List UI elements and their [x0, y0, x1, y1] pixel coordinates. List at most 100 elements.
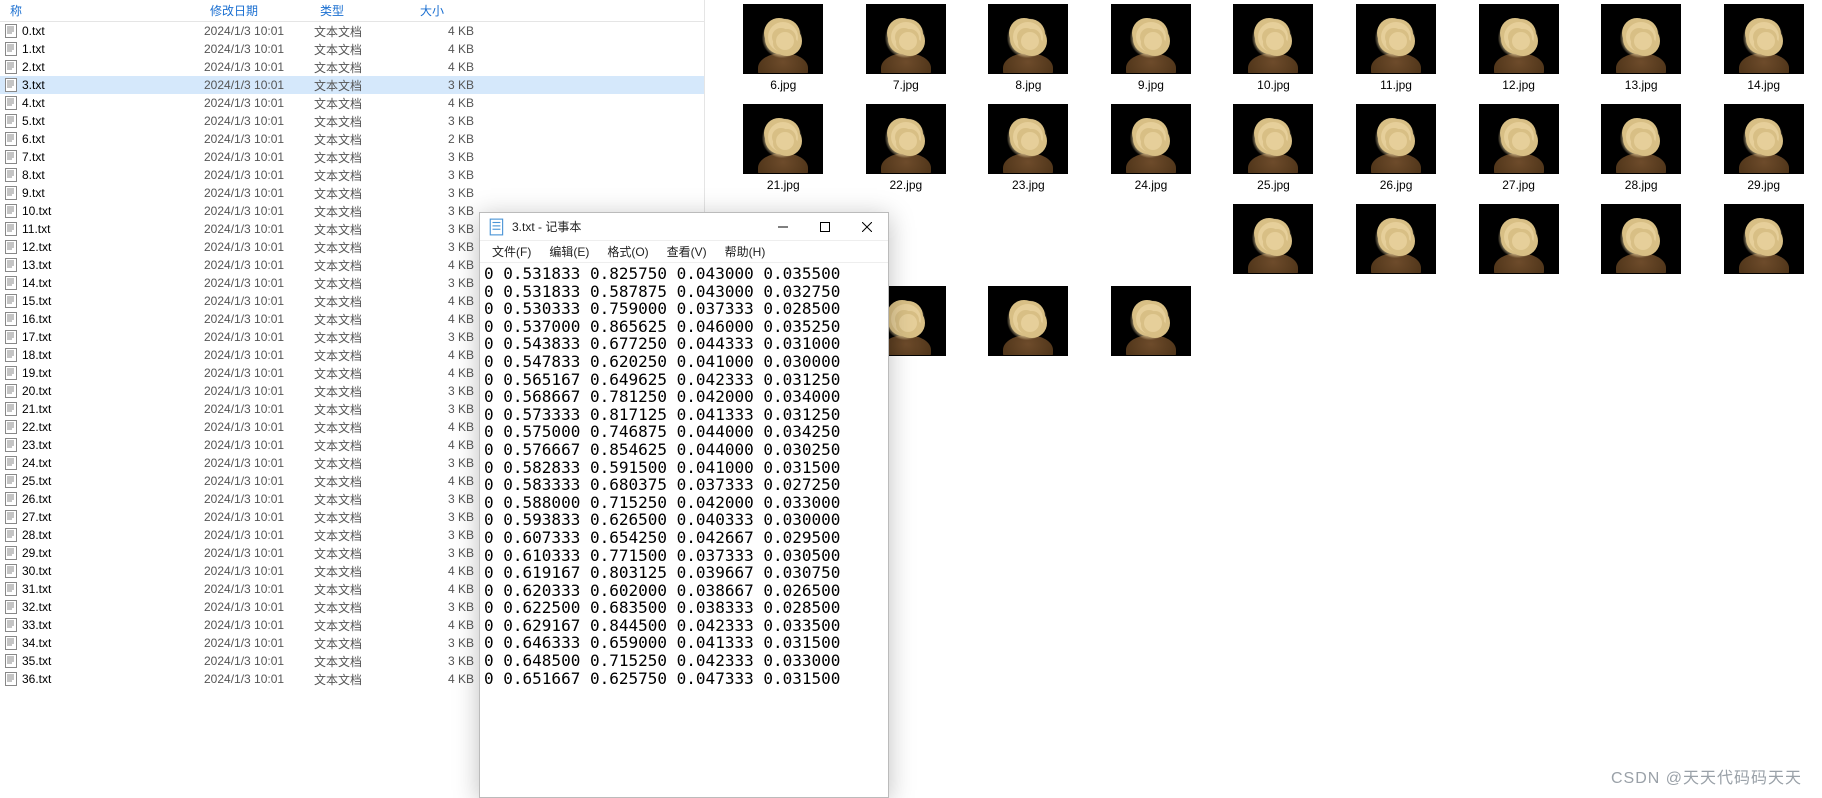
file-size: 4 KB — [414, 564, 484, 578]
file-row[interactable]: 1.txt2024/1/3 10:01文本文档4 KB — [0, 40, 704, 58]
menu-file[interactable]: 文件(F) — [484, 241, 539, 262]
file-size: 4 KB — [414, 24, 484, 38]
file-date: 2024/1/3 10:01 — [204, 366, 314, 380]
image-label: 12.jpg — [1502, 74, 1535, 92]
file-name: 31.txt — [22, 582, 204, 596]
file-name: 32.txt — [22, 600, 204, 614]
file-date: 2024/1/3 10:01 — [204, 204, 314, 218]
file-name: 35.txt — [22, 654, 204, 668]
image-item[interactable] — [1093, 282, 1210, 356]
file-type: 文本文档 — [314, 95, 414, 112]
image-item[interactable] — [1705, 200, 1822, 274]
image-item[interactable] — [1583, 200, 1700, 274]
image-item[interactable] — [1460, 200, 1577, 274]
file-size: 3 KB — [414, 168, 484, 182]
image-item[interactable]: 8.jpg — [970, 0, 1087, 92]
image-item[interactable] — [970, 282, 1087, 356]
menu-help[interactable]: 帮助(H) — [717, 241, 774, 262]
file-type: 文本文档 — [314, 59, 414, 76]
file-name: 29.txt — [22, 546, 204, 560]
image-item[interactable]: 26.jpg — [1338, 100, 1455, 192]
file-type: 文本文档 — [314, 167, 414, 184]
image-item[interactable]: 11.jpg — [1338, 0, 1455, 92]
image-item[interactable] — [1338, 200, 1455, 274]
image-item[interactable]: 29.jpg — [1705, 100, 1822, 192]
file-row[interactable]: 8.txt2024/1/3 10:01文本文档3 KB — [0, 166, 704, 184]
image-item[interactable]: 7.jpg — [848, 0, 965, 92]
file-row[interactable]: 2.txt2024/1/3 10:01文本文档4 KB — [0, 58, 704, 76]
file-row[interactable]: 9.txt2024/1/3 10:01文本文档3 KB — [0, 184, 704, 202]
minimize-button[interactable] — [762, 213, 804, 241]
file-row[interactable]: 6.txt2024/1/3 10:01文本文档2 KB — [0, 130, 704, 148]
image-thumbnail — [988, 4, 1068, 74]
file-row[interactable]: 4.txt2024/1/3 10:01文本文档4 KB — [0, 94, 704, 112]
image-label: 6.jpg — [770, 74, 796, 92]
image-label: 27.jpg — [1502, 174, 1535, 192]
file-size: 3 KB — [414, 636, 484, 650]
image-thumbnail — [1724, 204, 1804, 274]
image-item[interactable]: 6.jpg — [725, 0, 842, 92]
column-name[interactable]: 称 — [4, 0, 204, 21]
file-row[interactable]: 7.txt2024/1/3 10:01文本文档3 KB — [0, 148, 704, 166]
image-item[interactable]: 25.jpg — [1215, 100, 1332, 192]
txt-file-icon — [4, 402, 18, 416]
txt-file-icon — [4, 420, 18, 434]
txt-file-icon — [4, 150, 18, 164]
file-row[interactable]: 0.txt2024/1/3 10:01文本文档4 KB — [0, 22, 704, 40]
file-type: 文本文档 — [314, 293, 414, 310]
image-item[interactable]: 21.jpg — [725, 100, 842, 192]
file-name: 1.txt — [22, 42, 204, 56]
image-thumbnail — [743, 4, 823, 74]
image-label: 7.jpg — [893, 74, 919, 92]
image-item[interactable]: 14.jpg — [1705, 0, 1822, 92]
notepad-menubar: 文件(F) 编辑(E) 格式(O) 查看(V) 帮助(H) — [480, 241, 888, 263]
image-item[interactable]: 24.jpg — [1093, 100, 1210, 192]
menu-format[interactable]: 格式(O) — [599, 241, 656, 262]
image-thumbnail — [1601, 4, 1681, 74]
image-item[interactable]: 22.jpg — [848, 100, 965, 192]
file-name: 25.txt — [22, 474, 204, 488]
file-name: 23.txt — [22, 438, 204, 452]
column-date[interactable]: 修改日期 — [204, 0, 314, 21]
file-name: 20.txt — [22, 384, 204, 398]
image-item[interactable]: 23.jpg — [970, 100, 1087, 192]
image-item[interactable]: 9.jpg — [1093, 0, 1210, 92]
close-button[interactable] — [846, 213, 888, 241]
image-thumbnail — [1356, 204, 1436, 274]
image-item[interactable]: 10.jpg — [1215, 0, 1332, 92]
txt-file-icon — [4, 24, 18, 38]
notepad-icon — [488, 218, 506, 236]
image-item[interactable] — [1215, 200, 1332, 274]
column-type[interactable]: 类型 — [314, 0, 414, 21]
file-date: 2024/1/3 10:01 — [204, 582, 314, 596]
notepad-text-area[interactable]: 0 0.531833 0.825750 0.043000 0.035500 0 … — [480, 263, 888, 797]
notepad-titlebar[interactable]: 3.txt - 记事本 — [480, 213, 888, 241]
notepad-window[interactable]: 3.txt - 记事本 文件(F) 编辑(E) 格式(O) 查看(V) 帮助(H… — [479, 212, 889, 798]
txt-file-icon — [4, 528, 18, 542]
file-row[interactable]: 5.txt2024/1/3 10:01文本文档3 KB — [0, 112, 704, 130]
file-name: 11.txt — [22, 222, 204, 236]
menu-edit[interactable]: 编辑(E) — [541, 241, 597, 262]
menu-view[interactable]: 查看(V) — [659, 241, 715, 262]
image-item[interactable]: 13.jpg — [1583, 0, 1700, 92]
txt-file-icon — [4, 600, 18, 614]
image-item[interactable] — [970, 200, 1087, 274]
txt-file-icon — [4, 258, 18, 272]
image-label: 25.jpg — [1257, 174, 1290, 192]
image-item[interactable]: 12.jpg — [1460, 0, 1577, 92]
image-grid: 6.jpg 7.jpg 8.jpg9.jpg10.jpg 11.jpg 12.jpg 13… — [725, 0, 1822, 356]
maximize-button[interactable] — [804, 213, 846, 241]
file-row[interactable]: 3.txt2024/1/3 10:01文本文档3 KB — [0, 76, 704, 94]
image-thumbnail — [866, 104, 946, 174]
image-label: 28.jpg — [1625, 174, 1658, 192]
file-size: 3 KB — [414, 150, 484, 164]
image-thumbnail — [1111, 4, 1191, 74]
image-label: 11.jpg — [1380, 74, 1412, 92]
file-name: 22.txt — [22, 420, 204, 434]
image-item[interactable]: 27.jpg — [1460, 100, 1577, 192]
file-size: 3 KB — [414, 78, 484, 92]
image-item[interactable]: 28.jpg — [1583, 100, 1700, 192]
image-item[interactable] — [1093, 200, 1210, 274]
image-thumbnail — [988, 286, 1068, 356]
column-size[interactable]: 大小 — [414, 0, 484, 21]
